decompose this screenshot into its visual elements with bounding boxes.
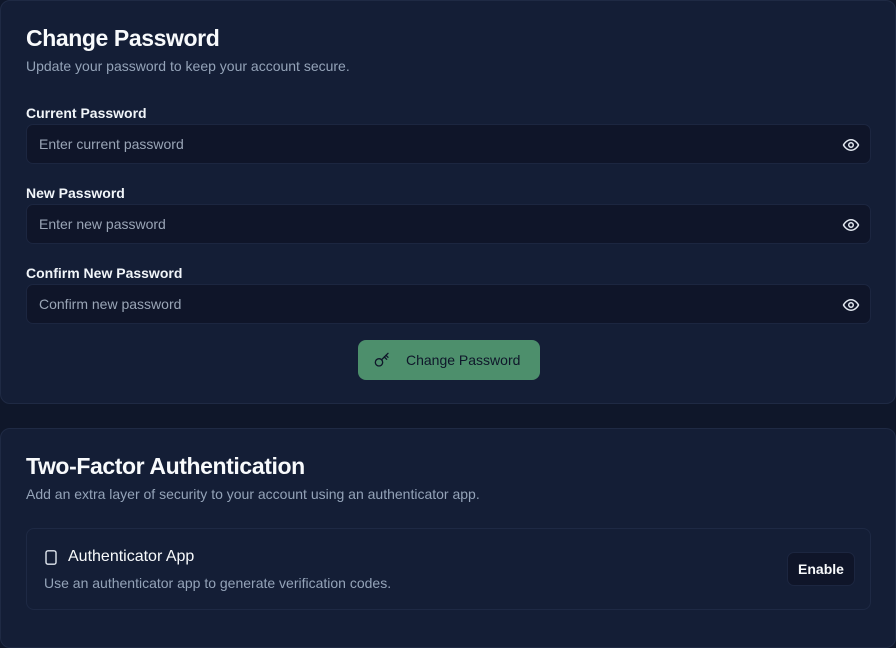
- authenticator-app-option: Authenticator App Use an authenticator a…: [26, 528, 871, 610]
- two-factor-card: Two-Factor Authentication Add an extra l…: [0, 428, 896, 648]
- change-password-card: Change Password Update your password to …: [0, 0, 896, 404]
- change-password-title: Change Password: [26, 25, 220, 51]
- confirm-password-field: [26, 284, 871, 324]
- change-password-button[interactable]: Change Password: [358, 340, 540, 380]
- authenticator-app-description: Use an authenticator app to generate ver…: [44, 575, 392, 591]
- two-factor-description: Add an extra layer of security to your a…: [26, 486, 480, 502]
- current-password-field: [26, 124, 871, 164]
- two-factor-title: Two-Factor Authentication: [26, 453, 305, 479]
- authenticator-app-title: Authenticator App: [68, 548, 195, 565]
- change-password-button-label: Change Password: [406, 352, 521, 368]
- eye-icon[interactable]: [842, 296, 860, 314]
- enable-button[interactable]: Enable: [787, 552, 855, 586]
- current-password-input[interactable]: [27, 125, 870, 163]
- confirm-password-input[interactable]: [27, 285, 870, 323]
- confirm-password-label: Confirm New Password: [26, 265, 183, 281]
- change-password-description: Update your password to keep your accoun…: [26, 58, 350, 74]
- eye-icon[interactable]: [842, 136, 860, 154]
- eye-icon[interactable]: [842, 216, 860, 234]
- new-password-label: New Password: [26, 185, 125, 201]
- current-password-label: Current Password: [26, 105, 147, 121]
- smartphone-icon: [45, 550, 57, 565]
- new-password-input[interactable]: [27, 205, 870, 243]
- new-password-field: [26, 204, 871, 244]
- key-icon: [374, 352, 389, 367]
